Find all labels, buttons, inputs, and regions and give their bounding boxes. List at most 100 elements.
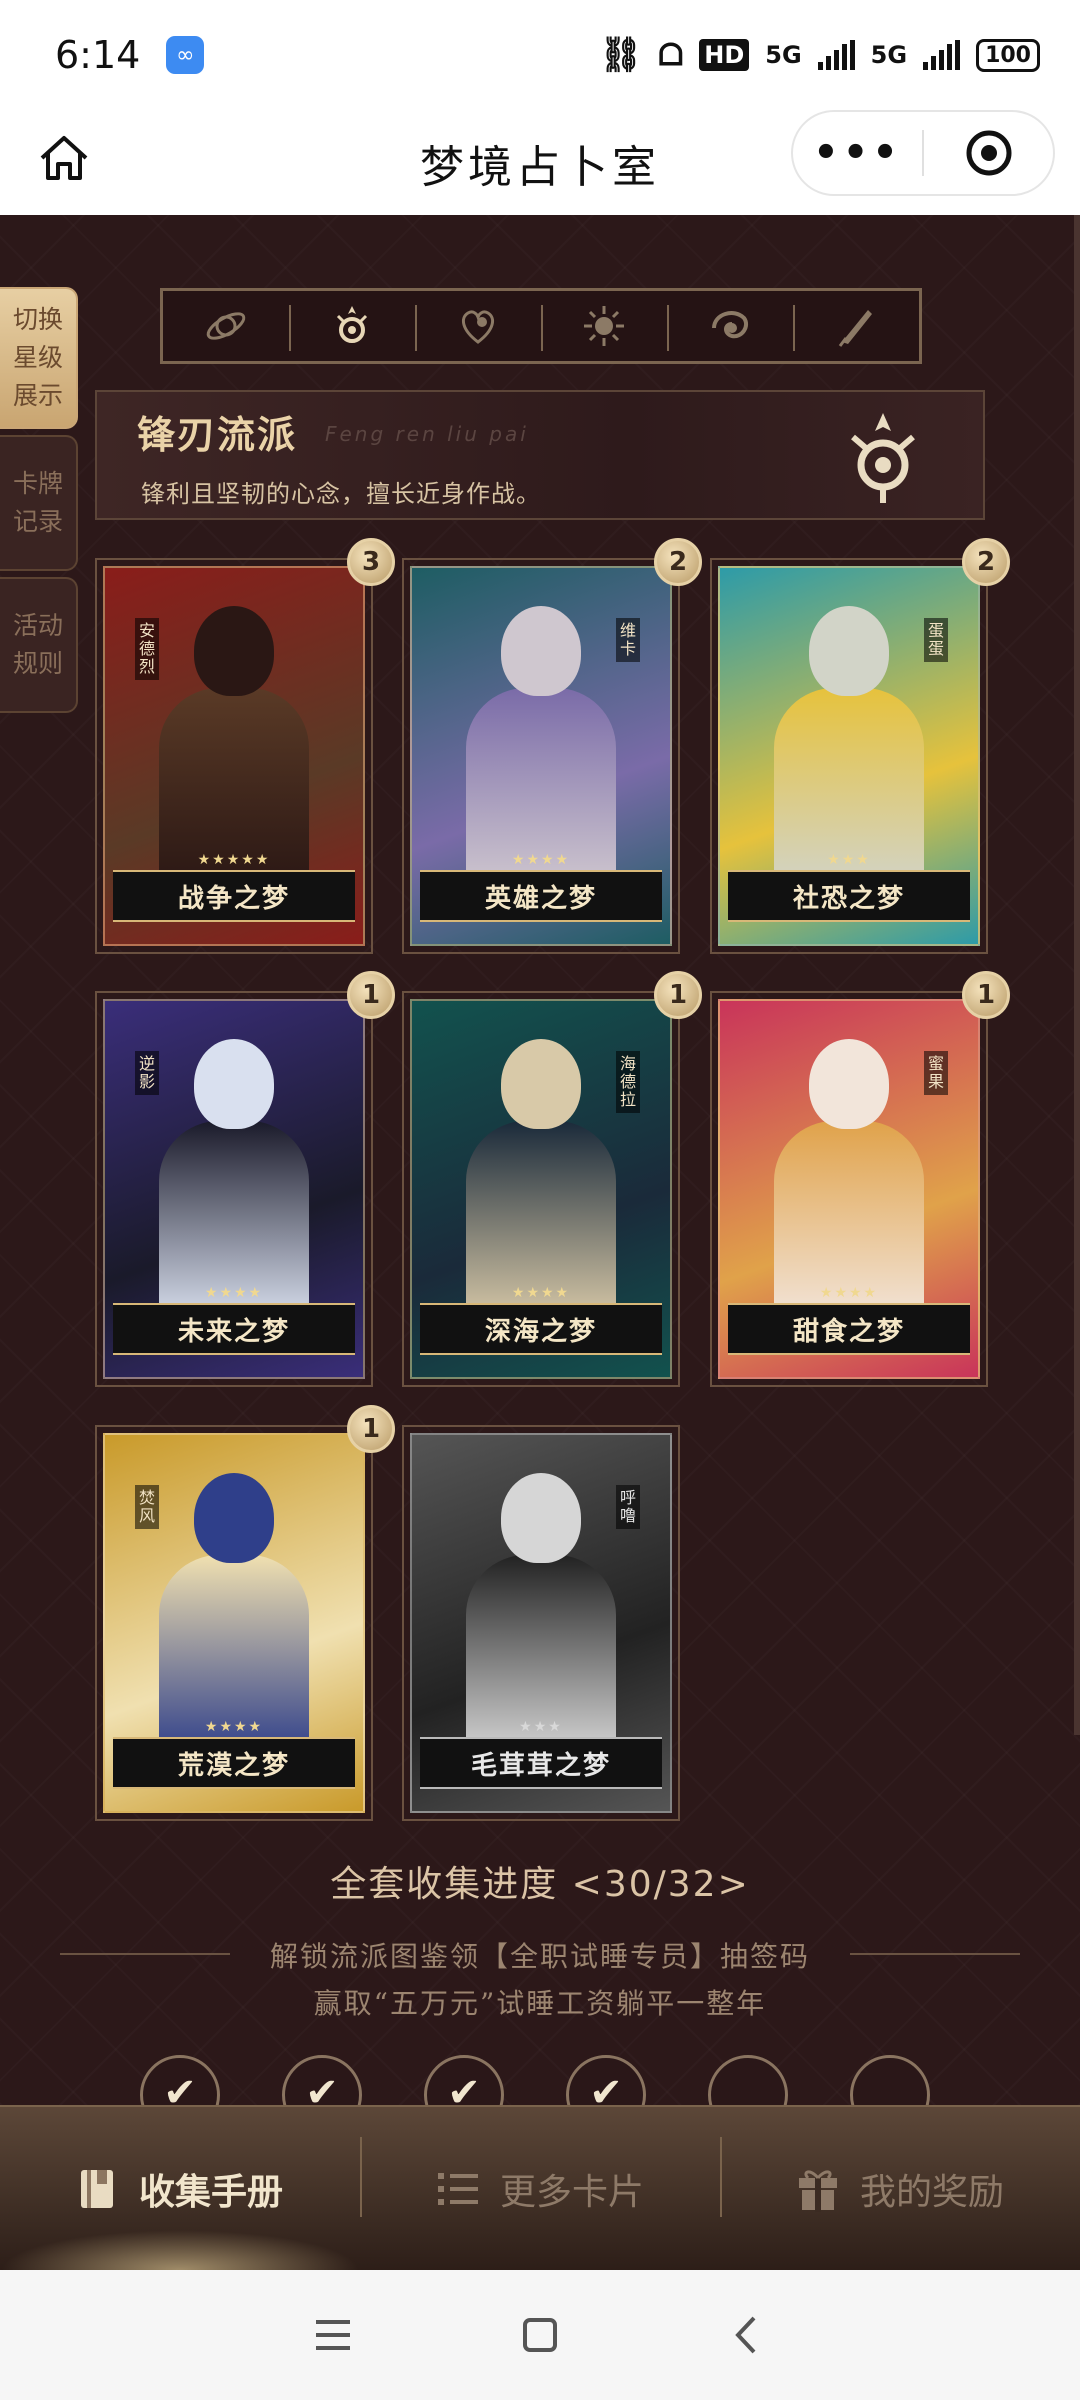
collection-progress: 全套收集进度 <30/32> bbox=[330, 1864, 750, 1905]
nav-my-rewards[interactable]: 我的奖励 bbox=[720, 2107, 1080, 2270]
character-head bbox=[194, 1039, 274, 1129]
character-name-tag: 安德烈 bbox=[135, 618, 159, 680]
character-head bbox=[501, 1473, 581, 1563]
battery-icon: 100 bbox=[976, 38, 1040, 72]
swirl-icon[interactable] bbox=[667, 291, 793, 361]
card-name-ribbon: 未来之梦 bbox=[113, 1303, 355, 1355]
hd-badge: HD bbox=[699, 39, 750, 71]
card-art: 逆影 ★★★★ 未来之梦 bbox=[103, 999, 365, 1379]
status-bar: 6:14 ∞ ⛓ ᗝ HD 5G 5G 100 bbox=[0, 0, 1080, 110]
more-dots-icon[interactable]: ••• bbox=[793, 130, 922, 176]
home-square-icon[interactable] bbox=[515, 2310, 565, 2360]
nav-label: 收集手册 bbox=[138, 2171, 283, 2213]
character-head bbox=[809, 1039, 889, 1129]
scrollbar[interactable] bbox=[1074, 215, 1080, 1735]
card-count-badge: 2 bbox=[654, 538, 702, 586]
card-name: 社恐之梦 bbox=[792, 883, 905, 914]
dream-card[interactable]: 安德烈 ★★★★★ 战争之梦 3 bbox=[95, 538, 395, 954]
status-time: 6:14 bbox=[55, 33, 141, 77]
signal-icon bbox=[817, 40, 855, 70]
page-title: 梦境占卜室 bbox=[420, 141, 660, 193]
character-head bbox=[194, 606, 274, 696]
milestone-row: ✔ ✔ ✔ ✔ bbox=[140, 2055, 940, 2105]
back-icon[interactable] bbox=[722, 2310, 772, 2360]
character-name-tag: 维卡 bbox=[616, 618, 640, 662]
faction-banner: 锋刃流派 Feng ren liu pai 锋利且坚韧的心念，擅长近身作战。 bbox=[95, 390, 985, 520]
card-name: 毛茸茸之梦 bbox=[470, 1750, 611, 1781]
nav-collection-book[interactable]: 收集手册 bbox=[0, 2107, 360, 2270]
faction-description: 锋利且坚韧的心念，擅长近身作战。 bbox=[141, 480, 541, 508]
card-art: 安德烈 ★★★★★ 战争之梦 bbox=[103, 566, 365, 946]
card-name-ribbon: 甜食之梦 bbox=[728, 1303, 970, 1355]
card-art: 蛋蛋 ★★★ 社恐之梦 bbox=[718, 566, 980, 946]
card-stars: ★★★★ bbox=[819, 1285, 879, 1301]
card-art: 蜜果 ★★★★ 甜食之梦 bbox=[718, 999, 980, 1379]
network-label: 5G bbox=[765, 41, 802, 69]
dream-card[interactable]: 呼噜 ★★★ 毛茸茸之梦 bbox=[402, 1425, 680, 1821]
card-count-badge: 2 bbox=[962, 538, 1010, 586]
heart-ghost-icon[interactable] bbox=[415, 291, 541, 361]
side-tab-label: 切换星级展示 bbox=[12, 305, 63, 410]
bottom-nav: 收集手册 更多卡片 我的奖励 bbox=[0, 2105, 1080, 2270]
card-art: 呼噜 ★★★ 毛茸茸之梦 bbox=[410, 1433, 672, 1813]
battery-level: 100 bbox=[985, 42, 1031, 68]
character-head bbox=[809, 606, 889, 696]
nav-more-cards[interactable]: 更多卡片 bbox=[360, 2107, 720, 2270]
milestone-check-icon[interactable]: ✔ bbox=[140, 2055, 220, 2105]
card-name: 战争之梦 bbox=[177, 883, 290, 914]
side-tab-event-rules[interactable]: 活动规则 bbox=[0, 577, 78, 713]
milestone-check-icon[interactable]: ✔ bbox=[566, 2055, 646, 2105]
card-name-ribbon: 英雄之梦 bbox=[420, 870, 662, 922]
card-stars: ★★★★★ bbox=[197, 852, 271, 868]
status-right: ⛓ ᗝ HD 5G 5G 100 bbox=[599, 35, 1040, 75]
side-tab-label: 活动规则 bbox=[12, 611, 63, 678]
card-count-badge: 1 bbox=[347, 1405, 395, 1453]
app-header: 梦境占卜室 ••• bbox=[0, 110, 1080, 215]
card-name-ribbon: 社恐之梦 bbox=[728, 870, 970, 922]
side-tab-star-toggle[interactable]: 切换星级展示 bbox=[0, 287, 78, 429]
main-content: 切换星级展示 卡牌记录 活动规则 锋刃流派 Feng ren liu pai 锋… bbox=[0, 215, 1080, 2105]
card-name: 英雄之梦 bbox=[484, 883, 597, 914]
link-app-icon: ∞ bbox=[166, 36, 205, 74]
faction-title: 锋刃流派 bbox=[137, 412, 298, 457]
sun-icon[interactable] bbox=[541, 291, 667, 361]
dream-card[interactable]: 蛋蛋 ★★★ 社恐之梦 2 bbox=[710, 538, 1010, 954]
character-name-tag: 海德拉 bbox=[616, 1051, 640, 1113]
card-stars: ★★★★ bbox=[511, 852, 571, 868]
character-name-tag: 蛋蛋 bbox=[924, 618, 948, 662]
side-tab-label: 卡牌记录 bbox=[12, 469, 63, 536]
card-name-ribbon: 毛茸茸之梦 bbox=[420, 1737, 662, 1789]
card-stars: ★★★★ bbox=[204, 1719, 264, 1735]
dream-card[interactable]: 蜜果 ★★★★ 甜食之梦 1 bbox=[710, 971, 1010, 1387]
blade-emblem-icon[interactable] bbox=[289, 291, 415, 361]
vibrate-icon: ᗝ bbox=[658, 37, 684, 73]
card-art: 海德拉 ★★★★ 深海之梦 bbox=[410, 999, 672, 1379]
card-stars: ★★★ bbox=[519, 1719, 563, 1735]
orbit-icon[interactable] bbox=[163, 291, 289, 361]
dream-card[interactable]: 焚风 ★★★★ 荒漠之梦 1 bbox=[95, 1405, 395, 1821]
book-icon bbox=[80, 2169, 113, 2208]
mini-program-capsule: ••• bbox=[791, 110, 1055, 196]
dream-card[interactable]: 维卡 ★★★★ 英雄之梦 2 bbox=[402, 538, 702, 954]
dream-card[interactable]: 海德拉 ★★★★ 深海之梦 1 bbox=[402, 971, 702, 1387]
character-head bbox=[501, 1039, 581, 1129]
card-count-badge: 1 bbox=[962, 971, 1010, 1019]
quill-icon[interactable] bbox=[793, 291, 919, 361]
home-icon[interactable] bbox=[36, 128, 92, 188]
card-count-badge: 1 bbox=[654, 971, 702, 1019]
side-tab-card-records[interactable]: 卡牌记录 bbox=[0, 435, 78, 571]
menu-icon[interactable] bbox=[308, 2310, 358, 2360]
milestone-check-icon[interactable]: ✔ bbox=[424, 2055, 504, 2105]
milestone-empty[interactable] bbox=[850, 2055, 930, 2105]
card-name: 甜食之梦 bbox=[792, 1316, 905, 1347]
character-name-tag: 逆影 bbox=[135, 1051, 159, 1095]
card-art: 焚风 ★★★★ 荒漠之梦 bbox=[103, 1433, 365, 1813]
milestone-check-icon[interactable]: ✔ bbox=[282, 2055, 362, 2105]
card-name: 深海之梦 bbox=[484, 1316, 597, 1347]
card-stars: ★★★ bbox=[827, 852, 871, 868]
card-name-ribbon: 战争之梦 bbox=[113, 870, 355, 922]
milestone-empty[interactable] bbox=[708, 2055, 788, 2105]
dream-card[interactable]: 逆影 ★★★★ 未来之梦 1 bbox=[95, 971, 395, 1387]
record-target-icon[interactable] bbox=[924, 128, 1053, 178]
card-name-ribbon: 荒漠之梦 bbox=[113, 1737, 355, 1789]
